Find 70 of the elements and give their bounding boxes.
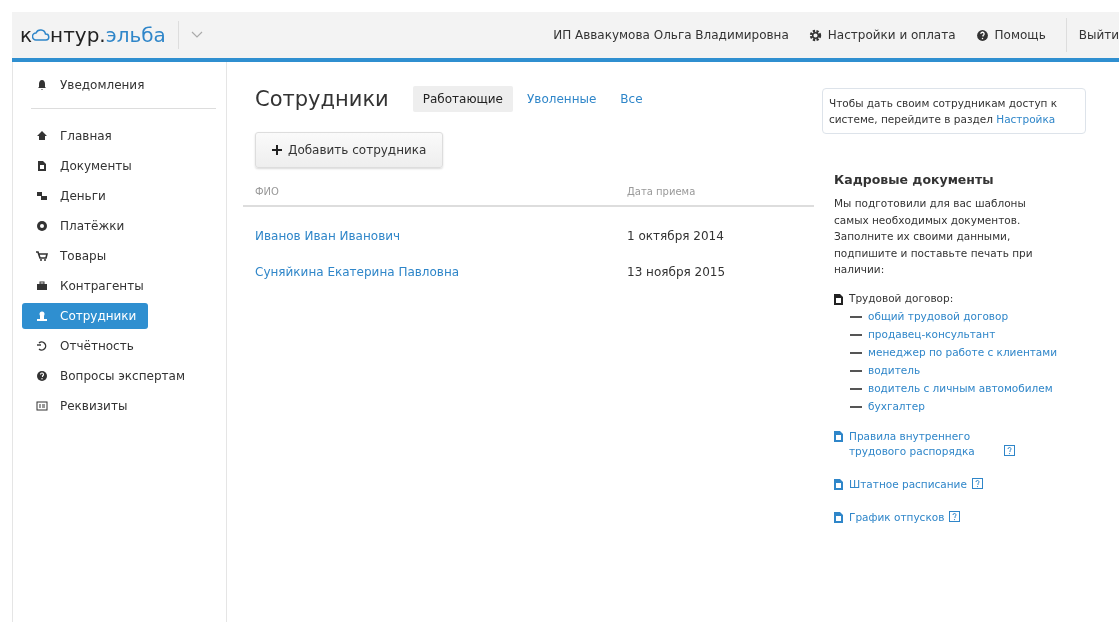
document-icon [834, 478, 843, 490]
section-title: Кадровые документы [834, 172, 995, 187]
document-link[interactable]: Правила внутреннего трудового распорядка [849, 428, 999, 459]
settings-link[interactable]: Настройки и оплата [808, 28, 956, 42]
bell-icon [36, 79, 48, 91]
hire-date: 13 ноября 2015 [627, 265, 726, 279]
help-icon[interactable] [1004, 444, 1015, 456]
sidebar-item[interactable]: Вопросы экспертам [22, 363, 197, 389]
person-icon [36, 310, 48, 322]
add-employee-button[interactable]: Добавить сотрудника [255, 132, 444, 168]
logo[interactable]: к нтур.эльба [12, 23, 178, 47]
sidebar-item[interactable]: Уведомления [22, 72, 157, 98]
employee-name-link[interactable]: Суняйкина Екатерина Павловна [255, 265, 460, 279]
sidebar-item[interactable]: Деньги [22, 183, 118, 209]
sidebar-item[interactable]: Товары [22, 243, 119, 269]
help-icon [36, 370, 48, 382]
template-link[interactable]: продавец-консультант [868, 326, 1073, 341]
page-title: Сотрудники [255, 87, 389, 111]
sidebar-item[interactable]: Контрагенты [22, 273, 156, 299]
settings-link[interactable]: Настройка [996, 113, 1056, 125]
template-link[interactable]: водитель [868, 362, 1073, 377]
contract-label: Трудовой договор: [849, 292, 954, 304]
account-name[interactable]: ИП Аввакумова Ольга Владимировна [553, 28, 789, 42]
briefcase-icon [36, 280, 48, 292]
sidebar-item[interactable]: Документы [22, 153, 144, 179]
cloud-icon [32, 29, 51, 41]
help-link[interactable]: Помощь [975, 28, 1046, 42]
hire-date: 1 октября 2014 [627, 229, 724, 243]
document-icon [834, 511, 843, 523]
money-icon [36, 190, 48, 202]
help-icon[interactable] [971, 477, 983, 489]
dash-mark [850, 369, 862, 372]
access-notice: Чтобы дать своим сотрудникам доступ к системе, перейдите в раздел Настройка [822, 88, 1086, 134]
dash-mark [850, 351, 862, 354]
document-icon [834, 293, 843, 305]
filter-tab[interactable]: Работающие [412, 86, 513, 112]
column-header: ФИО [255, 186, 280, 197]
cart-icon [36, 250, 48, 262]
intro-text: Мы подготовили для вас шаблоны самых необходимых документов. Заполните их своими данными, подпишите и поставьте печать при наличии: [834, 196, 1034, 277]
document-link[interactable]: Штатное расписание [849, 476, 967, 492]
template-link[interactable]: бухгалтер [868, 398, 1073, 413]
sidebar-item[interactable]: Сотрудники [22, 303, 149, 329]
sidebar-item[interactable]: Платёжки [22, 213, 137, 239]
column-header: Дата приема [627, 186, 697, 197]
help-icon [975, 28, 989, 42]
settings-icon [808, 28, 822, 42]
template-link[interactable]: общий трудовой договор [868, 308, 1073, 323]
help-icon[interactable] [949, 510, 961, 522]
dash-mark [850, 315, 862, 318]
template-link[interactable]: водитель с личным автомобилем [868, 380, 1073, 395]
filter-tab[interactable]: Все [610, 86, 653, 112]
chevron-down-icon[interactable] [190, 31, 203, 39]
id-card-icon [36, 400, 48, 412]
dash-mark [850, 405, 862, 408]
template-link[interactable]: менеджер по работе с клиентами [868, 344, 1073, 359]
plus-icon [272, 145, 282, 155]
home-icon [36, 130, 48, 142]
sidebar-item[interactable]: Главная [22, 123, 124, 149]
sidebar-item[interactable]: Отчётность [22, 333, 146, 359]
refresh-icon [36, 340, 48, 352]
circle-icon [36, 220, 48, 232]
filter-tab[interactable]: Уволенные [517, 86, 607, 112]
logout-link[interactable]: Выйти [1065, 18, 1119, 52]
sidebar-item[interactable]: Реквизиты [22, 393, 140, 419]
document-link[interactable]: График отпусков [849, 509, 945, 525]
document-icon [36, 160, 48, 172]
dash-mark [850, 333, 862, 336]
employee-name-link[interactable]: Иванов Иван Иванович [255, 229, 401, 243]
dash-mark [850, 387, 862, 390]
document-icon [834, 430, 843, 442]
